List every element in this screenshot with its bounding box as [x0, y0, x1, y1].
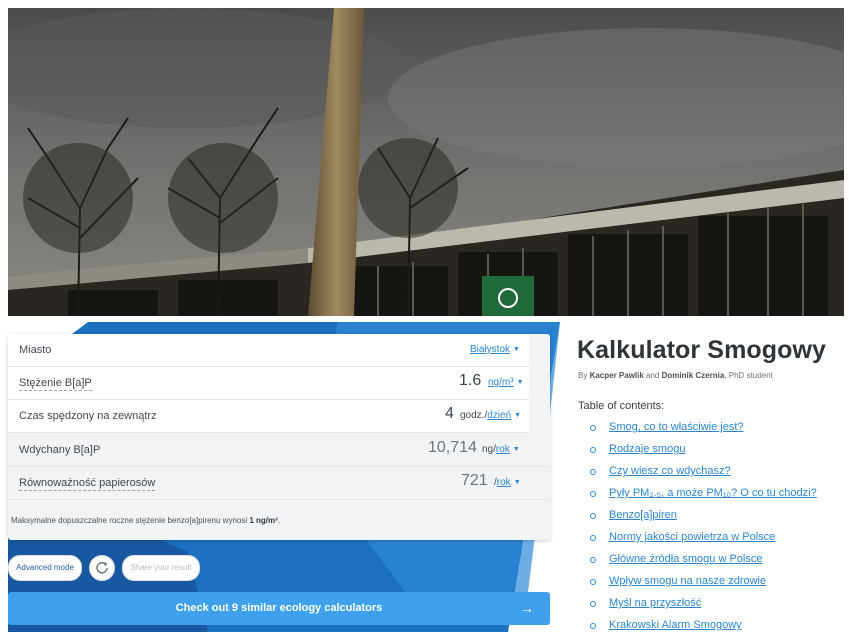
- bullet-icon: [590, 491, 596, 497]
- hero-image: [8, 8, 844, 316]
- city-select[interactable]: Białystok ▼: [470, 344, 520, 355]
- inhaled-bap-output[interactable]: 10,714: [428, 439, 477, 457]
- refresh-icon: [96, 562, 108, 574]
- time-outside-input[interactable]: 4: [445, 405, 454, 423]
- limit-note-suffix: .: [277, 516, 281, 525]
- similar-calculators-button[interactable]: Check out 9 similar ecology calculators …: [8, 592, 550, 625]
- similar-calculators-label: Check out 9 similar ecology calculators: [175, 602, 383, 614]
- cigarette-unit-select[interactable]: /rok ▼: [494, 477, 521, 488]
- row-bap-concentration: Stężenie B[a]P 1.6 ng/m³ ▼: [8, 367, 529, 400]
- share-result-button[interactable]: Share your result: [122, 555, 200, 581]
- limit-note-value: 1 ng/m³: [249, 516, 278, 525]
- toc-link[interactable]: Benzo[a]piren: [609, 509, 677, 521]
- toc-link[interactable]: Czy wiesz co wdychasz?: [609, 465, 731, 477]
- chevron-down-icon: ▼: [513, 346, 520, 353]
- bullet-icon: [590, 513, 596, 519]
- toc-link[interactable]: Rodzaje smogu: [609, 443, 685, 455]
- inhaled-bap-label: Wdychany B[a]P: [19, 444, 101, 456]
- toc-link[interactable]: Krakowski Alarm Smogowy: [609, 619, 742, 631]
- advanced-mode-button[interactable]: Advanced mode: [8, 555, 82, 581]
- calculator-card: Miasto Białystok ▼ Stężenie B[a]P 1.6 ng/…: [8, 334, 550, 540]
- inhaled-unit-select[interactable]: ng/rok ▼: [482, 444, 520, 455]
- inhaled-unit-prefix: ng/: [482, 444, 496, 455]
- bullet-icon: [590, 601, 596, 607]
- cigarette-unit-link[interactable]: rok: [497, 477, 511, 488]
- toc-link[interactable]: Myśl na przyszłość: [609, 597, 701, 609]
- city-link[interactable]: Białystok: [470, 344, 510, 355]
- refresh-button[interactable]: [89, 555, 115, 581]
- cigarette-equivalent-output[interactable]: 721: [461, 472, 488, 490]
- bullet-icon: [590, 425, 596, 431]
- arrow-right-icon: →: [520, 600, 534, 616]
- row-time-outside: Czas spędzony na zewnątrz 4 godz./dzień ▼: [8, 400, 529, 433]
- toc-link[interactable]: Wpływ smogu na nasze zdrowie: [609, 575, 766, 587]
- bullet-icon: [590, 623, 596, 629]
- city-label: Miasto: [19, 344, 52, 356]
- toc-link[interactable]: Pyły PM₂.₅, a może PM₁₀? O co tu chodzi?: [609, 487, 817, 499]
- bap-concentration-label: Stężenie B[a]P: [19, 377, 92, 391]
- byline-and: and: [643, 371, 662, 380]
- row-inhaled-bap: Wdychany B[a]P 10,714 ng/rok ▼: [8, 434, 550, 467]
- bullet-icon: [590, 447, 596, 453]
- chevron-down-icon: ▼: [516, 379, 524, 386]
- bullet-icon: [590, 535, 596, 541]
- author-link-1[interactable]: Kacper Pawlik: [590, 371, 644, 380]
- limit-note-text: Maksymalne dopuszczalne roczne stężenie …: [11, 516, 250, 525]
- toc-link[interactable]: Normy jakości powietrza w Polsce: [609, 531, 775, 543]
- time-unit-select[interactable]: godz./dzień ▼: [460, 410, 521, 421]
- byline: By Kacper Pawlik and Dominik Czernia, Ph…: [578, 371, 773, 380]
- toc-heading: Table of contents:: [578, 400, 665, 412]
- byline-suffix: , PhD student: [724, 371, 773, 380]
- bullet-icon: [590, 557, 596, 563]
- time-unit-link[interactable]: dzień: [487, 410, 511, 421]
- bap-concentration-input[interactable]: 1.6: [459, 372, 481, 390]
- page-title: Kalkulator Smogowy: [577, 336, 827, 364]
- row-cigarette-equivalent: Równoważność papierosów 721 /rok ▼: [8, 467, 550, 500]
- author-link-2[interactable]: Dominik Czernia: [662, 371, 725, 380]
- inhaled-unit-link[interactable]: rok: [496, 444, 510, 455]
- toc-link[interactable]: Główne źródła smogu w Polsce: [609, 553, 762, 565]
- chevron-down-icon: ▼: [514, 412, 522, 419]
- time-unit-prefix: godz./: [460, 410, 488, 421]
- toc-link[interactable]: Smog, co to właściwie jest?: [609, 421, 744, 433]
- byline-by: By: [578, 371, 590, 380]
- bap-unit-select[interactable]: ng/m³ ▼: [488, 377, 524, 388]
- cigarette-equivalent-label: Równoważność papierosów: [19, 477, 156, 491]
- row-city: Miasto Białystok ▼: [8, 334, 529, 367]
- chevron-down-icon: ▼: [512, 446, 520, 453]
- chevron-down-icon: ▼: [513, 479, 521, 486]
- limit-note: Maksymalne dopuszczalne roczne stężenie …: [11, 516, 280, 525]
- bap-unit-link[interactable]: ng/m³: [488, 377, 514, 388]
- bullet-icon: [590, 469, 596, 475]
- time-outside-label: Czas spędzony na zewnątrz: [19, 410, 157, 422]
- bullet-icon: [590, 579, 596, 585]
